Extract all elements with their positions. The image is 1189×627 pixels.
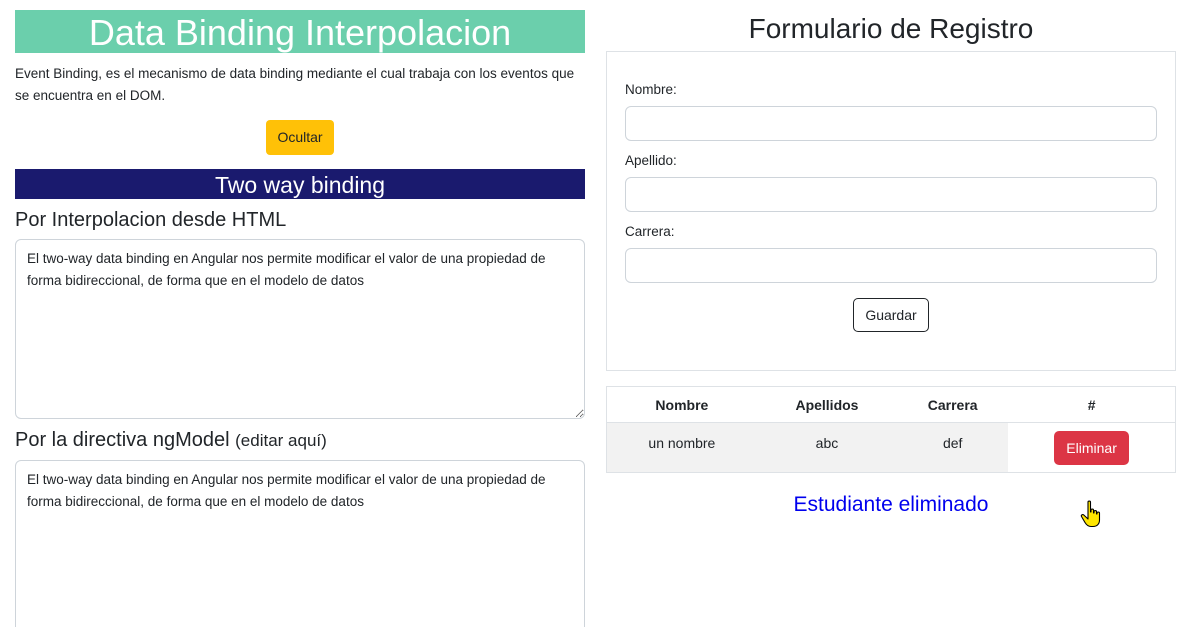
save-button[interactable]: Guardar — [853, 298, 929, 332]
cell-nombre: un nombre — [606, 422, 757, 473]
ngmodel-heading-text: Por la directiva ngModel — [15, 429, 230, 451]
students-table: Nombre Apellidos Carrera # un nombre abc… — [606, 386, 1176, 473]
interpolation-heading: Por Interpolacion desde HTML — [15, 209, 287, 231]
carrera-input[interactable] — [625, 248, 1157, 283]
hand-pointer-icon — [1080, 500, 1101, 528]
column-header-carrera: Carrera — [897, 386, 1009, 423]
event-binding-description: Event Binding, es el mecanismo de data b… — [15, 66, 575, 103]
hide-button-wrap: Ocultar — [15, 120, 585, 155]
cell-action: Eliminar — [1008, 422, 1176, 473]
column-header-actions: # — [1008, 386, 1176, 423]
interpolation-textarea[interactable]: El two-way data binding en Angular nos p… — [15, 239, 585, 419]
ngmodel-edit-hint: (editar aquí) — [235, 431, 327, 450]
nombre-input[interactable] — [625, 106, 1157, 141]
nombre-label: Nombre: — [625, 82, 677, 97]
form-title: Formulario de Registro — [748, 13, 1034, 44]
ngmodel-textarea[interactable]: El two-way data binding en Angular nos p… — [15, 460, 585, 627]
registration-form: Nombre: Apellido: Carrera: Guardar — [606, 51, 1176, 371]
table-row: un nombre abc def Eliminar — [606, 422, 1176, 473]
column-header-nombre: Nombre — [606, 386, 757, 423]
ngmodel-heading: Por la directiva ngModel (editar aquí) — [15, 427, 585, 454]
table-header-row: Nombre Apellidos Carrera # — [606, 386, 1176, 423]
apellido-input[interactable] — [625, 177, 1157, 212]
apellido-label: Apellido: — [625, 153, 677, 168]
delete-button[interactable]: Eliminar — [1054, 431, 1129, 465]
page-title: Data Binding Interpolacion — [15, 10, 585, 53]
two-way-binding-title: Two way binding — [15, 169, 585, 199]
save-button-wrap: Guardar — [625, 298, 1157, 332]
hide-button[interactable]: Ocultar — [266, 120, 334, 155]
left-panel: Data Binding Interpolacion Event Binding… — [15, 10, 585, 627]
column-header-apellidos: Apellidos — [756, 386, 898, 423]
right-panel: Formulario de Registro Nombre: Apellido:… — [606, 10, 1176, 517]
cell-apellidos: abc — [756, 422, 898, 473]
carrera-label: Carrera: — [625, 224, 675, 239]
cell-carrera: def — [897, 422, 1009, 473]
